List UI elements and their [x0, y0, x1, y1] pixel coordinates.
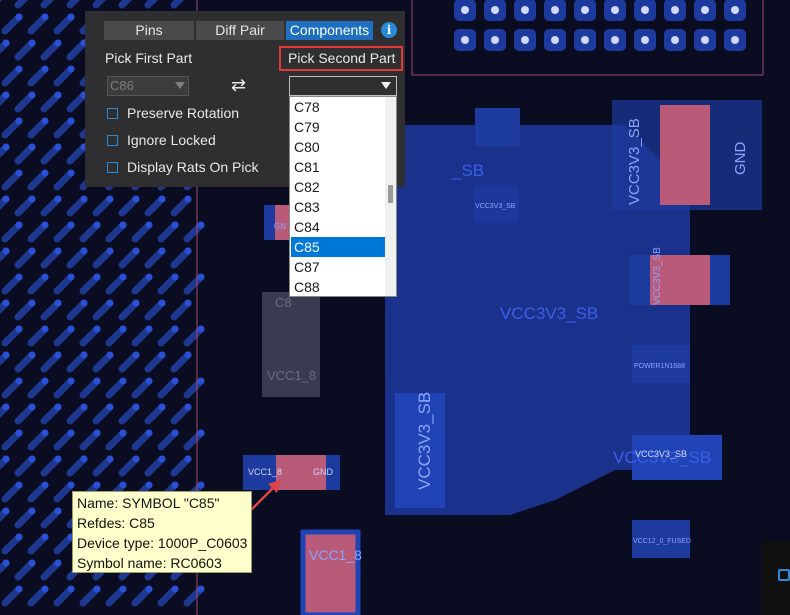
chevron-down-icon [381, 82, 391, 89]
net-label: VCC1_8 [309, 547, 362, 563]
pick-second-label-box: Pick Second Part [279, 46, 403, 71]
tooltip-symbol-name: Symbol name: RC0603 [77, 555, 222, 571]
net-label: VCC3V3_SB [635, 449, 687, 459]
net-label: VCC3V3_SB [415, 392, 434, 490]
net-label: VCC3V3_SB [652, 247, 663, 305]
pick-first-value: C86 [110, 78, 134, 93]
tooltip-name: Name: SYMBOL "C85" [77, 495, 220, 511]
net-label: GN [274, 222, 286, 231]
chevron-down-icon [175, 82, 185, 89]
pick-first-label: Pick First Part [105, 50, 193, 66]
dropdown-option[interactable]: C80 [291, 137, 385, 157]
net-label: GND [313, 467, 334, 477]
net-label: VCC1_8 [248, 467, 282, 477]
checkbox-label: Display Rats On Pick [127, 159, 259, 175]
tab-pins[interactable]: Pins [104, 21, 194, 40]
square-icon [778, 569, 790, 581]
pick-first-select[interactable]: C86 [107, 76, 189, 96]
tab-components[interactable]: Components [286, 21, 373, 40]
net-label: POWER1N1688 [634, 363, 685, 370]
checkbox-box[interactable] [107, 108, 118, 119]
tab-diff-pair[interactable]: Diff Pair [196, 21, 284, 40]
dropdown-option[interactable]: C81 [291, 157, 385, 177]
pick-second-select[interactable] [289, 76, 397, 96]
checkbox-label: Ignore Locked [127, 132, 216, 148]
dropdown-option[interactable]: C85 [291, 237, 385, 257]
net-label: VCC3V3_SB [500, 304, 598, 323]
dropdown-scrollbar[interactable] [385, 97, 396, 296]
scrollbar-thumb[interactable] [388, 185, 393, 203]
dropdown-option[interactable]: C83 [291, 197, 385, 217]
swap-arrows-icon[interactable]: ⇄ [231, 75, 246, 96]
dropdown-option[interactable]: C84 [291, 217, 385, 237]
net-label: VCC3V3_SB [626, 118, 643, 205]
corner-widget[interactable] [762, 540, 790, 615]
checkbox-label: Preserve Rotation [127, 105, 240, 121]
tooltip-device-type: Device type: 1000P_C0603 [77, 535, 248, 551]
net-label: _SB [451, 161, 484, 180]
pick-second-label: Pick Second Part [288, 50, 396, 66]
dropdown-option[interactable]: C78 [291, 97, 385, 117]
checkbox-box[interactable] [107, 162, 118, 173]
dropdown-option[interactable]: C88 [291, 277, 385, 296]
tooltip-refdes: Refdes: C85 [77, 515, 155, 531]
net-label: VCC1_8 [267, 368, 316, 383]
net-label: GND [732, 142, 749, 176]
net-label: VCC12_0_FUSED [633, 538, 691, 545]
pick-second-dropdown[interactable]: C78 C79 C80 C81 C82 C83 C84 C85 C87 C88 [289, 96, 397, 297]
dropdown-option[interactable]: C79 [291, 117, 385, 137]
dropdown-option[interactable]: C87 [291, 257, 385, 277]
component-tooltip: Name: SYMBOL "C85" Refdes: C85 Device ty… [72, 491, 252, 573]
checkbox-box[interactable] [107, 135, 118, 146]
net-label: VCC3V3_SB [475, 203, 516, 210]
dropdown-option[interactable]: C82 [291, 177, 385, 197]
net-label: C8 [275, 295, 292, 310]
info-icon[interactable]: i [381, 22, 397, 38]
copper-pad-top [475, 108, 520, 146]
